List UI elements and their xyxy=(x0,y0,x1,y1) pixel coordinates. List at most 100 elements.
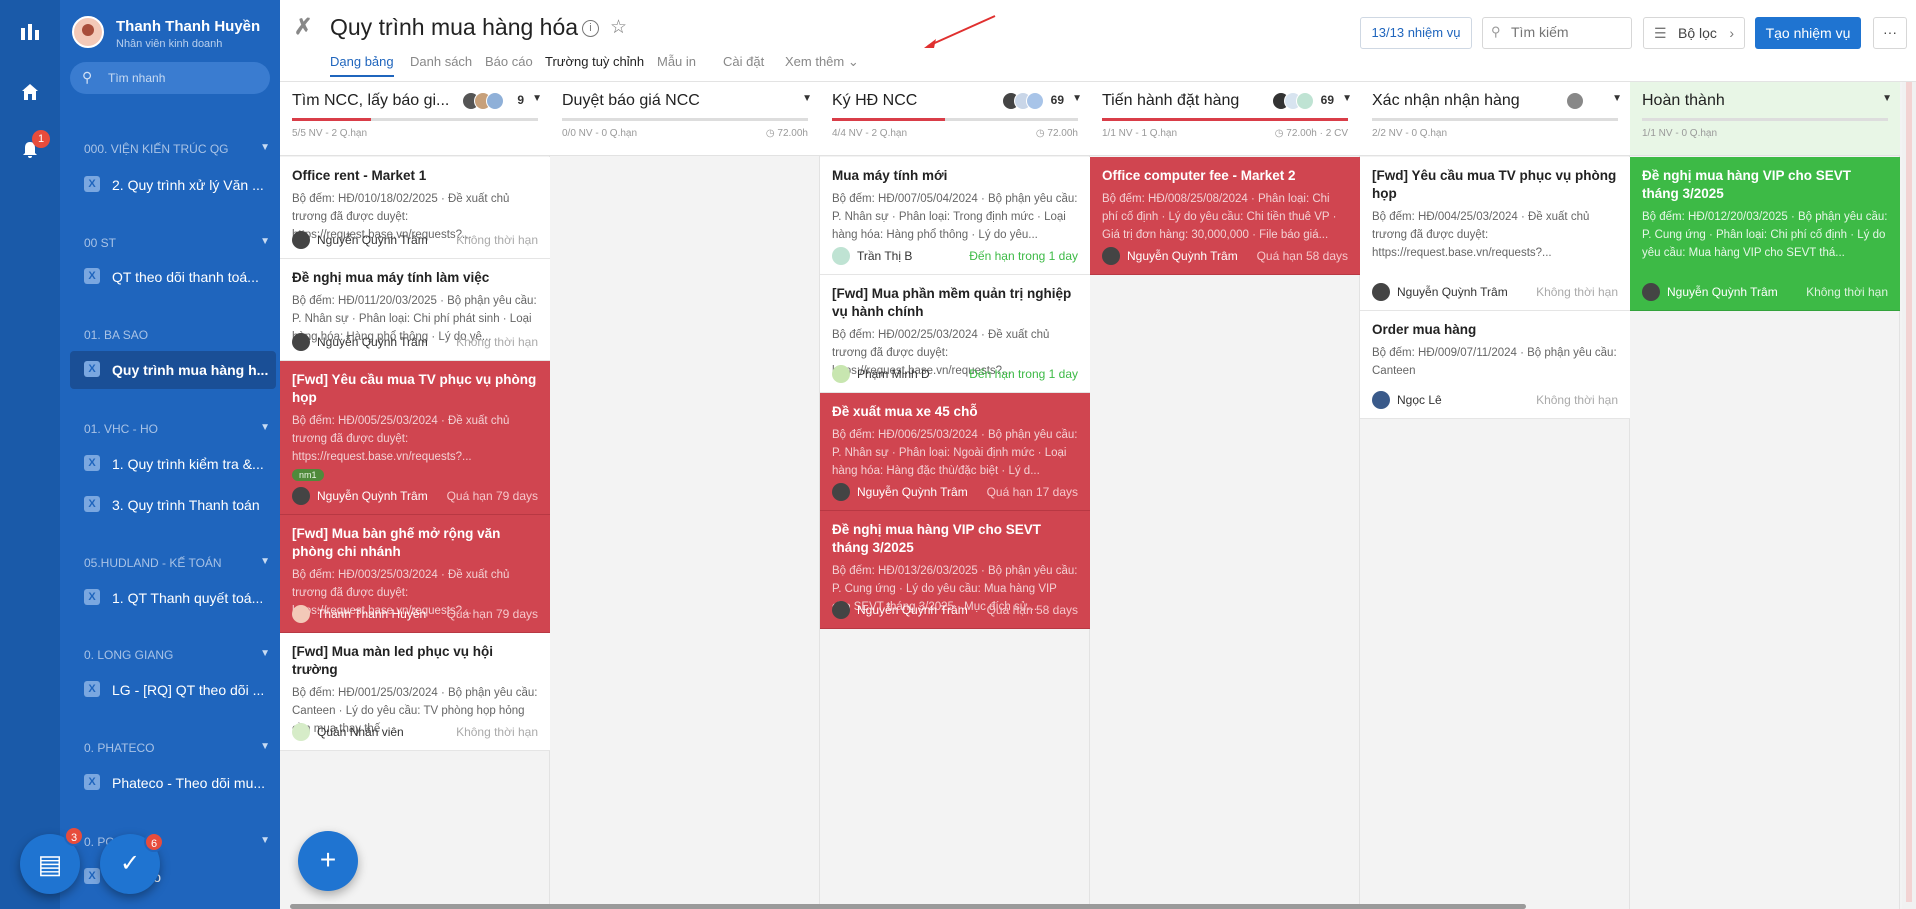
app-logo-icon[interactable] xyxy=(18,22,42,46)
vertical-scrollbar[interactable] xyxy=(1902,82,1916,909)
task-title: Office computer fee - Market 2 xyxy=(1102,168,1296,183)
task-title: Order mua hàng xyxy=(1372,322,1477,337)
column-header[interactable]: Tiến hành đặt hàng 69 ▼ 1/1 NV - 1 Q.hạn ◷ 7… xyxy=(1090,82,1360,156)
caret-down-icon[interactable]: ▼ xyxy=(1072,93,1082,104)
chat-icon: ▤ xyxy=(37,849,63,879)
caret-down-icon[interactable]: ▼ xyxy=(1882,93,1892,104)
tab-custom-fields[interactable]: Trường tuỳ chỉnh xyxy=(545,54,644,69)
caret-down-icon: ▼ xyxy=(260,741,270,752)
column-header[interactable]: Xác nhận nhận hàng ▼ 2/2 NV - 0 Q.hạn xyxy=(1360,82,1630,156)
caret-down-icon[interactable]: ▼ xyxy=(1612,93,1622,104)
tab-list[interactable]: Danh sách xyxy=(410,54,472,69)
tab-board[interactable]: Dạng bảng xyxy=(330,54,394,77)
task-description: Bộ đếm: HĐ/004/25/03/2024 · Đề xuất chủ … xyxy=(1372,211,1590,259)
horizontal-scrollbar[interactable] xyxy=(290,904,1526,909)
sidebar-item[interactable]: X 1. QT Thanh quyết toá... xyxy=(70,579,276,617)
sidebar-item[interactable]: X 1. Quy trình kiểm tra &... xyxy=(70,445,276,483)
column-header[interactable]: Duyệt báo giá NCC ▼ 0/0 NV - 0 Q.hạn ◷ 72.0… xyxy=(550,82,820,156)
avatar xyxy=(292,605,310,623)
assignee-name: Quản Nhân viên xyxy=(317,725,404,739)
task-title: [Fwd] Yêu cầu mua TV phục vụ phòng họp xyxy=(1372,168,1617,201)
workflow-icon: X xyxy=(84,774,100,790)
caret-down-icon[interactable]: ▼ xyxy=(532,93,542,104)
column-header[interactable]: Tìm NCC, lấy báo gi... 9 ▼ 5/5 NV - 2 Q.hạn xyxy=(280,82,550,156)
avatar xyxy=(1102,247,1120,265)
tab-print-templates[interactable]: Mẫu in xyxy=(657,54,696,69)
board-column: Hoàn thành ▼ 1/1 NV - 0 Q.hạn Đề nghị mua h… xyxy=(1630,82,1900,909)
tab-more[interactable]: Xem thêm ⌄ xyxy=(785,54,859,70)
home-icon[interactable] xyxy=(18,82,42,106)
assignee-name: Nguyễn Quỳnh Trâm xyxy=(317,489,428,503)
create-task-button[interactable]: Tạo nhiệm vụ xyxy=(1755,17,1861,49)
column-progress xyxy=(562,118,808,121)
column-stats: 1/1 NV - 1 Q.hạn xyxy=(1102,128,1178,139)
user-role: Nhân viên kinh doanh xyxy=(116,38,223,50)
user-profile[interactable]: Thanh Thanh Huyền Nhân viên kinh doanh xyxy=(72,16,272,56)
task-title: Office rent - Market 1 xyxy=(292,168,427,183)
due-status: Không thời hạn xyxy=(456,233,538,247)
filter-label: Bộ lọc xyxy=(1678,25,1717,41)
filter-button[interactable]: ☰ Bộ lọc › xyxy=(1643,17,1745,49)
task-card[interactable]: Office rent - Market 1 Bộ đếm: HĐ/010/18/… xyxy=(280,157,550,259)
column-stats: 2/2 NV - 0 Q.hạn xyxy=(1372,128,1448,139)
sidebar-item[interactable]: X 2. Quy trình xử lý Văn ... xyxy=(70,166,276,204)
avatar xyxy=(292,231,310,249)
column-stats: 5/5 NV - 2 Q.hạn xyxy=(292,128,368,139)
assignee-name: Nguyễn Quỳnh Trâm xyxy=(857,603,968,617)
task-card[interactable]: [Fwd] Mua bàn ghế mở rộng văn phòng chi … xyxy=(280,515,550,633)
search-box[interactable]: ⚲ xyxy=(1482,17,1632,49)
task-card[interactable]: Đề nghị mua hàng VIP cho SEVT tháng 3/20… xyxy=(820,511,1090,629)
column-stats: 4/4 NV - 2 Q.hạn xyxy=(832,128,908,139)
assignee-name: Nguyễn Quỳnh Trâm xyxy=(857,485,968,499)
caret-down-icon: ▼ xyxy=(260,835,270,846)
add-button[interactable]: + xyxy=(298,831,358,891)
board-column: Xác nhận nhận hàng ▼ 2/2 NV - 0 Q.hạn [Fwd]… xyxy=(1360,82,1630,909)
assignee-name: Ngọc Lê xyxy=(1397,393,1442,407)
search-input[interactable] xyxy=(1511,24,1629,40)
task-card[interactable]: [Fwd] Yêu cầu mua TV phục vụ phòng họp Bộ… xyxy=(280,361,550,515)
task-title: [Fwd] Mua phần mềm quản trị nghiệp vụ hà… xyxy=(832,286,1072,319)
column-header[interactable]: Hoàn thành ▼ 1/1 NV - 0 Q.hạn xyxy=(1630,82,1900,156)
task-card[interactable]: [Fwd] Mua màn led phục vụ hội trường Bộ đ… xyxy=(280,633,550,751)
task-card[interactable]: Đề nghị mua máy tính làm việc Bộ đếm: HĐ/… xyxy=(280,259,550,361)
task-card[interactable]: Office computer fee - Market 2 Bộ đếm: HĐ… xyxy=(1090,157,1360,275)
task-card[interactable]: Đề nghị mua hàng VIP cho SEVT tháng 3/20… xyxy=(1630,157,1900,311)
caret-down-icon[interactable]: ▼ xyxy=(1342,93,1352,104)
quick-search[interactable]: ⚲ Tìm nhanh xyxy=(70,62,270,94)
column-header[interactable]: Ký HĐ NCC 69 ▼ 4/4 NV - 2 Q.hạn ◷ 72.00h xyxy=(820,82,1090,156)
task-tag: nm1 xyxy=(292,469,324,481)
task-card[interactable]: [Fwd] Mua phần mềm quản trị nghiệp vụ hà… xyxy=(820,275,1090,393)
tasks-badge: 6 xyxy=(144,832,164,852)
avatar xyxy=(1642,283,1660,301)
task-description: Bộ đếm: HĐ/005/25/03/2024 · Đề xuất chủ … xyxy=(292,415,510,463)
caret-down-icon[interactable]: ▼ xyxy=(802,93,812,104)
tab-report[interactable]: Báo cáo xyxy=(485,54,533,69)
clock-icon: ◷ xyxy=(1035,128,1048,139)
tab-settings[interactable]: Cài đặt xyxy=(723,54,764,69)
board-column: Duyệt báo giá NCC ▼ 0/0 NV - 0 Q.hạn ◷ 72.0… xyxy=(550,82,820,909)
sidebar-item[interactable]: X QT theo dõi thanh toá... xyxy=(70,258,276,296)
assignee-name: Nguyễn Quỳnh Trâm xyxy=(317,233,428,247)
avatar xyxy=(832,483,850,501)
task-footer: Thanh Thanh Huyền Quá hạn 79 days xyxy=(292,604,538,624)
task-card[interactable]: Mua máy tính mới Bộ đếm: HĐ/007/05/04/202… xyxy=(820,157,1090,275)
clock-icon: ◷ xyxy=(1274,128,1287,139)
sidebar-item-active[interactable]: X Quy trình mua hàng h... xyxy=(70,351,276,389)
avatar xyxy=(832,247,850,265)
task-count-button[interactable]: 13/13 nhiệm vụ xyxy=(1360,17,1472,49)
task-card[interactable]: [Fwd] Yêu cầu mua TV phục vụ phòng họp Bộ… xyxy=(1360,157,1630,311)
column-members xyxy=(1002,92,1044,112)
scrollbar-thumb[interactable] xyxy=(1906,82,1912,902)
sidebar-item[interactable]: X 3. Quy trình Thanh toán xyxy=(70,486,276,524)
task-card[interactable]: Order mua hàng Bộ đếm: HĐ/009/07/11/2024 … xyxy=(1360,311,1630,419)
task-card[interactable]: Đề xuất mua xe 45 chỗ Bộ đếm: HĐ/006/25/0… xyxy=(820,393,1090,511)
more-options-button[interactable]: ··· xyxy=(1873,17,1907,49)
clipboard-check-icon: ✓ xyxy=(119,850,141,877)
clock-icon: ◷ xyxy=(765,128,778,139)
task-footer: Nguyễn Quỳnh Trâm Quá hạn 58 days xyxy=(1102,246,1348,266)
star-icon[interactable]: ☆ xyxy=(610,16,627,39)
sidebar-item[interactable]: X LG - [RQ] QT theo dõi ... xyxy=(70,671,276,709)
board-column: Ký HĐ NCC 69 ▼ 4/4 NV - 2 Q.hạn ◷ 72.00h Mua … xyxy=(820,82,1090,909)
sidebar-item[interactable]: X Phateco - Theo dõi mu... xyxy=(70,764,276,802)
info-icon[interactable]: i xyxy=(582,20,599,37)
